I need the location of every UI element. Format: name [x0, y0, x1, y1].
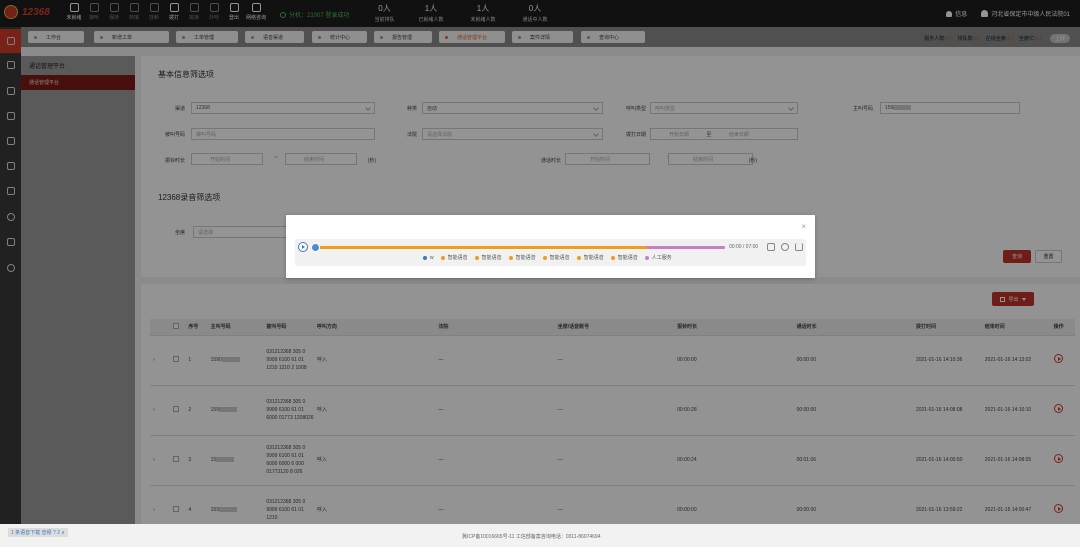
- download-icon[interactable]: [795, 243, 803, 251]
- legend-item: 智能语音: [474, 254, 502, 261]
- legend-dot-icon: [610, 255, 615, 260]
- legend-item: 智能语音: [440, 254, 468, 261]
- legend-dot-icon: [542, 255, 547, 260]
- legend-label: 智能语音: [549, 255, 570, 261]
- legend-item: 智能语音: [610, 254, 638, 261]
- player-time: 00:00 / 07:00: [729, 244, 759, 250]
- legend-dot-icon: [423, 255, 427, 260]
- legend-item: 智能语音: [508, 254, 536, 261]
- legend-dot-icon: [644, 255, 649, 260]
- legend-item: w: [423, 254, 434, 261]
- legend-label: 智能语音: [447, 255, 468, 261]
- download-bar[interactable]: 1 条语音下载 音频 ? 2 ∧: [8, 528, 68, 537]
- progress-track[interactable]: [315, 246, 725, 249]
- legend-dot-icon: [474, 255, 479, 260]
- legend-label: 智能语音: [583, 255, 604, 261]
- footer: 1 条语音下载 音频 ? 2 ∧ 冀ICP备10016665号-11 工信部备案…: [0, 524, 1080, 547]
- legend-item: 智能语音: [542, 254, 570, 261]
- legend-item: 智能语音: [576, 254, 604, 261]
- legend-dot-icon: [508, 255, 513, 260]
- speed-icon[interactable]: [781, 243, 789, 251]
- speaker-legend: w 智能语音 智能语音 智能语音 智能语音 智能语音 智能语音 人工服务: [423, 254, 679, 261]
- legend-label: 人工服务: [651, 255, 672, 261]
- human-segment: [647, 246, 725, 249]
- audio-player-dialog: × 00:00 / 07:00 w 智能语音 智能语音 智能语音 智能语音 智能语音 智能语…: [286, 215, 815, 278]
- close-icon[interactable]: ×: [801, 222, 806, 231]
- legend-item: 人工服务: [644, 254, 672, 261]
- legend-label: 智能语音: [515, 255, 536, 261]
- legend-label: 智能语音: [617, 255, 638, 261]
- progress-knob[interactable]: [311, 243, 320, 252]
- legend-label: w: [430, 254, 434, 261]
- legend-label: 智能语音: [481, 255, 502, 261]
- legend-dot-icon: [440, 255, 445, 260]
- play-icon[interactable]: [298, 242, 308, 252]
- volume-icon[interactable]: [767, 243, 775, 251]
- legend-dot-icon: [576, 255, 581, 260]
- audio-player: 00:00 / 07:00 w 智能语音 智能语音 智能语音 智能语音 智能语音 智能语音 人…: [295, 239, 806, 266]
- icp-text: 冀ICP备10016665号-11 工信部备案咨询电话：0311-8607469…: [462, 534, 601, 540]
